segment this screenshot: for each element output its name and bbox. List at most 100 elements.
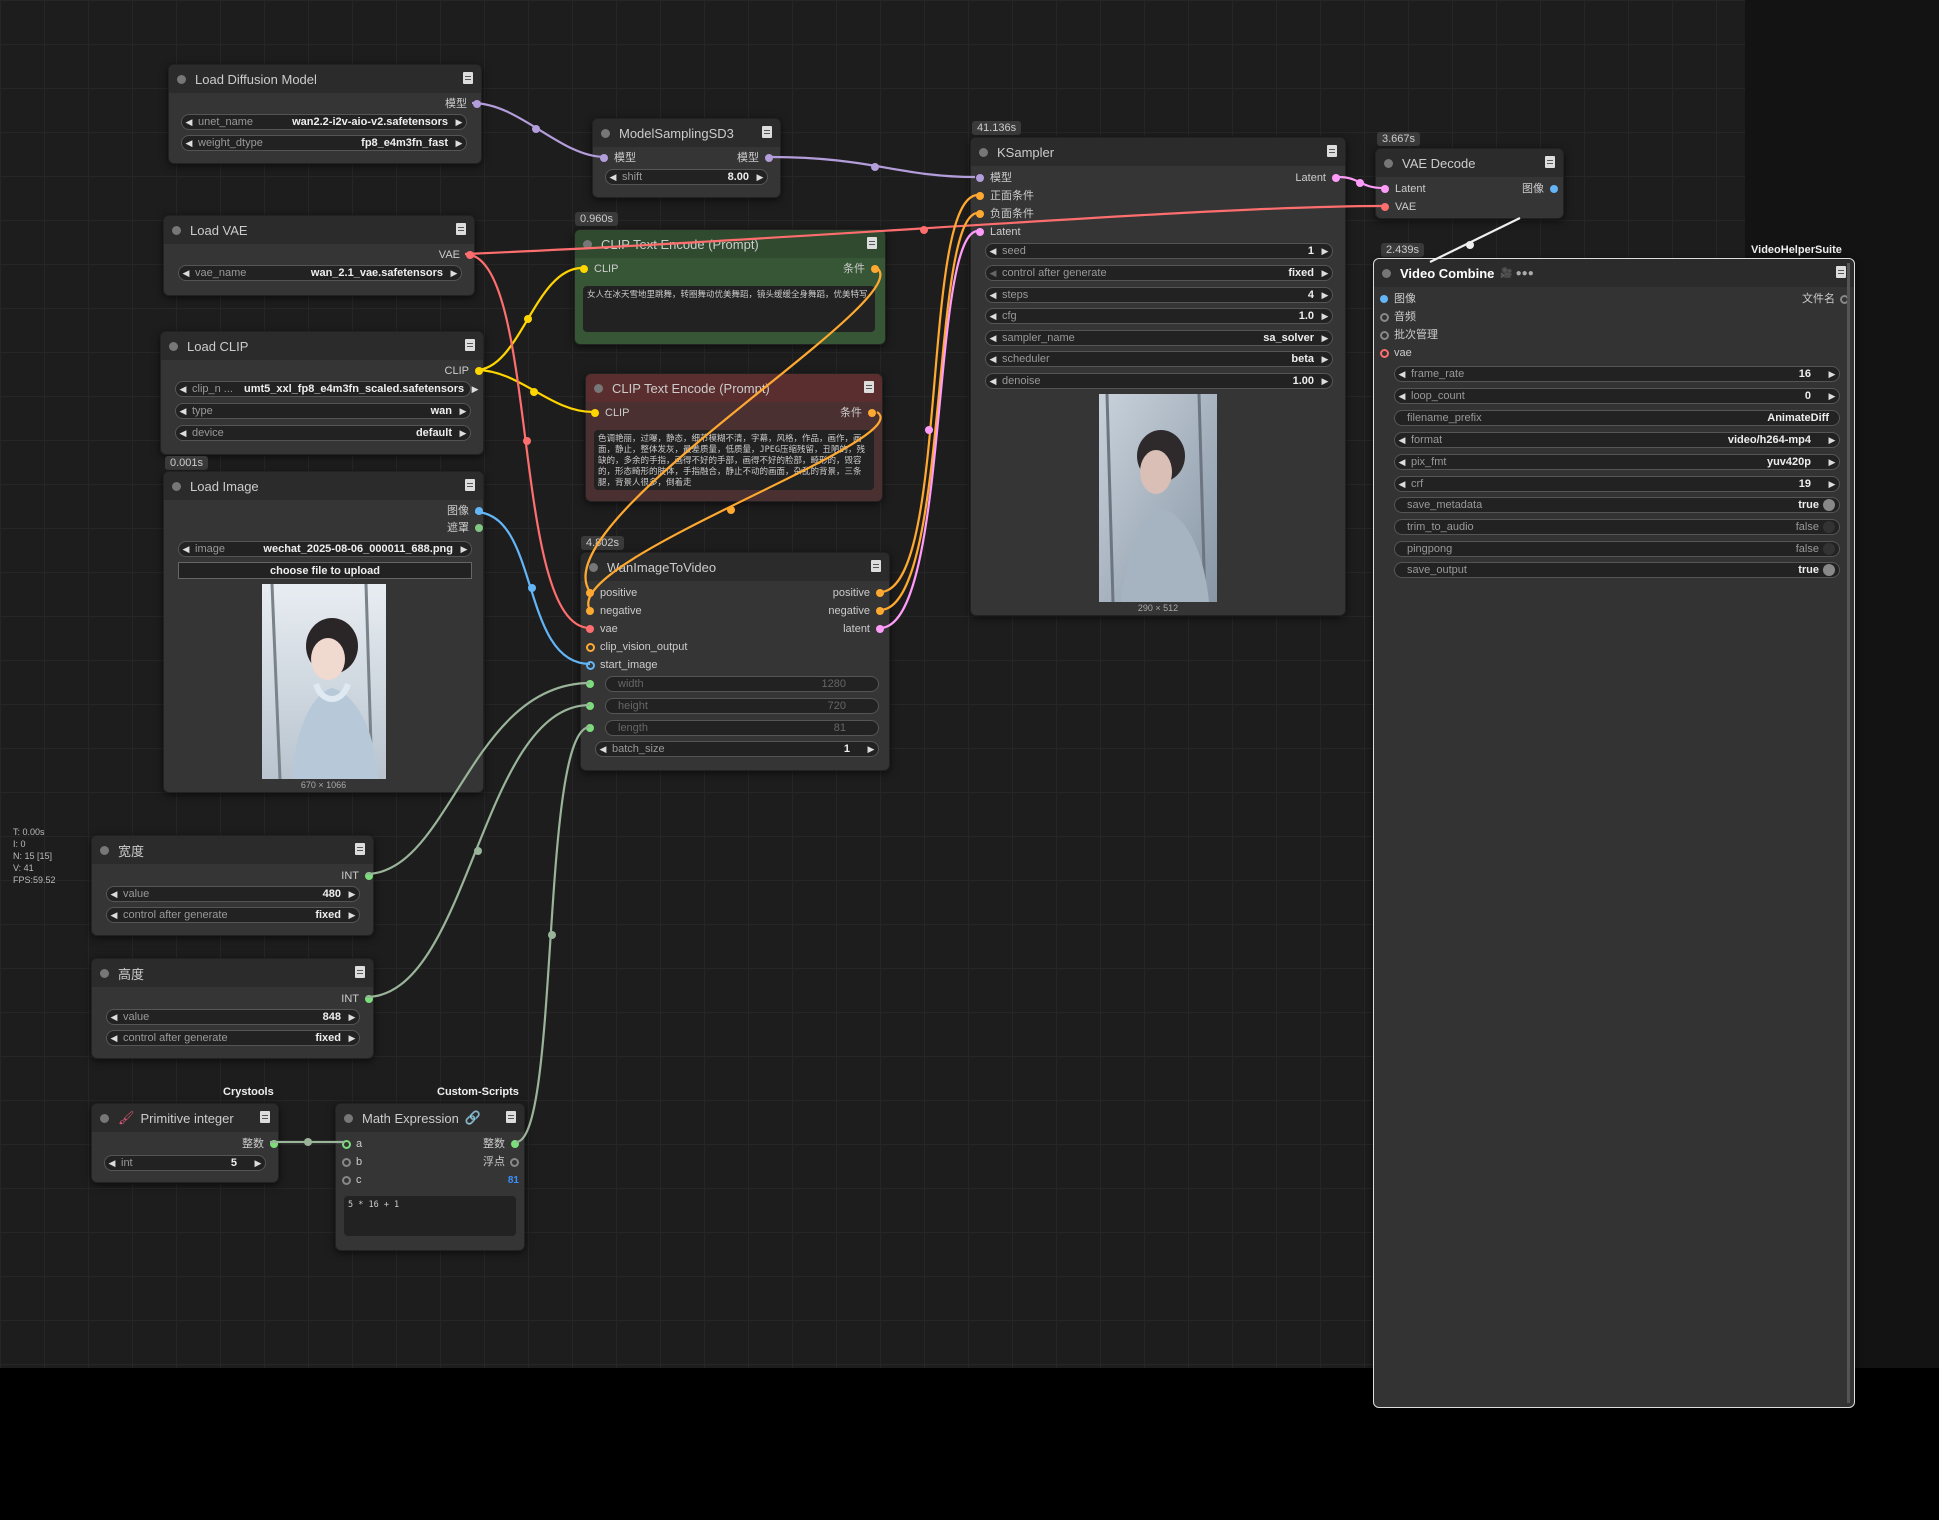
arrow-right-icon[interactable]: ▶ [447,268,461,279]
toggle-knob[interactable] [1823,499,1835,511]
arrow-left-icon[interactable]: ◀ [1395,369,1409,380]
widget-value[interactable]: ◀ value 480 ▶ [106,886,360,902]
arrow-left-icon[interactable]: ◀ [596,744,610,755]
arrow-left-icon[interactable]: ◀ [176,406,190,417]
toggle-save-metadata[interactable]: save_metadata true [1394,497,1840,513]
socket-dot[interactable] [1380,313,1389,322]
toggle-knob[interactable] [1823,543,1835,555]
arrow-right-icon[interactable]: ▶ [452,117,466,128]
arrow-right-icon[interactable]: ▶ [1318,333,1332,344]
widget-batch-size[interactable]: ◀ batch_size 1 ▶ [595,741,879,757]
toggle-pingpong[interactable]: pingpong false [1394,541,1840,557]
doc-icon[interactable] [867,237,877,249]
socket-dot[interactable] [475,507,483,515]
input-start-image[interactable]: start_image [586,658,657,672]
input-negative[interactable]: negative [586,604,642,618]
node-primitive-integer[interactable]: 🖌 Primitive integer 整数 ◀ int 5 ▶ [91,1103,279,1183]
output-negative[interactable]: negative [828,604,884,618]
widget-image[interactable]: ◀ image wechat_2025-08-06_000011_688.png ▶ [178,541,472,557]
toggle-knob[interactable] [1823,521,1835,533]
widget-denoise[interactable]: ◀ denoise 1.00 ▶ [985,373,1333,389]
socket-dot[interactable] [342,1176,351,1185]
widget-int[interactable]: ◀ int 5 ▶ [104,1155,266,1171]
arrow-left-icon[interactable]: ◀ [182,138,196,149]
socket-dot[interactable] [270,1140,278,1148]
expression-textarea[interactable]: 5 * 16 + 1 [344,1196,516,1236]
input-model[interactable]: 模型 [600,151,636,165]
arrow-left-icon[interactable]: ◀ [107,910,121,921]
node-header[interactable]: CLIP Text Encode (Prompt) [586,374,882,402]
arrow-right-icon[interactable]: ▶ [456,428,470,439]
arrow-right-icon[interactable]: ▶ [864,744,878,755]
node-vae-decode[interactable]: VAE Decode Latent VAE 图像 [1375,148,1564,219]
node-load-diffusion-model[interactable]: Load Diffusion Model 模型 ◀ unet_name wan2.2… [168,64,482,164]
input-b[interactable]: b [342,1155,362,1169]
arrow-left-icon[interactable]: ◀ [182,117,196,128]
doc-icon[interactable] [1327,145,1337,157]
arrow-left-icon[interactable]: ◀ [107,889,121,900]
arrow-left-icon[interactable]: ◀ [176,428,190,439]
socket-dot[interactable] [475,524,483,532]
arrow-right-icon[interactable]: ▶ [345,889,359,900]
output-float[interactable]: 浮点 [483,1155,519,1169]
socket-dot[interactable] [586,643,595,652]
arrow-left-icon[interactable]: ◀ [986,311,1000,322]
socket-dot[interactable] [586,589,594,597]
arrow-left-icon[interactable]: ◀ [1395,479,1409,490]
widget-shift[interactable]: ◀ shift 8.00 ▶ [605,169,768,185]
arrow-right-icon[interactable]: ▶ [1825,457,1839,468]
socket-dot[interactable] [365,995,373,1003]
socket-dot[interactable] [871,265,879,273]
collapse-dot[interactable] [594,383,603,393]
doc-icon[interactable] [465,339,475,351]
node-load-clip[interactable]: Load CLIP CLIP ◀ clip_n ... umt5_xxl_fp8_e… [160,331,484,455]
widget-format[interactable]: ◀ format video/h264-mp4 ▶ [1394,432,1840,448]
arrow-right-icon[interactable]: ▶ [1318,354,1332,365]
input-clip[interactable]: CLIP [591,406,629,420]
node-header[interactable]: 高度 [92,959,373,987]
arrow-right-icon[interactable]: ▶ [456,406,470,417]
input-images[interactable]: 图像 [1380,292,1416,306]
arrow-right-icon[interactable]: ▶ [1825,435,1839,446]
node-header[interactable]: Load CLIP [161,332,483,360]
socket-dot[interactable] [586,625,594,633]
node-height[interactable]: 高度 INT ◀ value 848 ▶ ◀ control after generat… [91,958,374,1059]
arrow-right-icon[interactable]: ▶ [1825,391,1839,402]
arrow-left-icon[interactable]: ◀ [107,1012,121,1023]
widget-type[interactable]: ◀ type wan ▶ [175,403,471,419]
widget-weight-dtype[interactable]: ◀ weight_dtype fp8_e4m3fn_fast ▶ [181,135,467,151]
arrow-left-icon[interactable]: ◀ [986,354,1000,365]
arrow-right-icon[interactable]: ▶ [345,1033,359,1044]
output-model[interactable]: 模型 [445,97,481,111]
socket-dot[interactable] [1550,185,1558,193]
input-latent[interactable]: Latent [1381,182,1426,196]
doc-icon[interactable] [465,479,475,491]
socket-dot[interactable] [976,210,984,218]
output-integer[interactable]: 整数 [242,1137,278,1151]
widget-sampler-name[interactable]: ◀ sampler_name sa_solver ▶ [985,330,1333,346]
node-math-expression[interactable]: Math Expression 🔗 a b c 整数 浮点 81 5 * 16 +… [335,1103,525,1251]
input-clip[interactable]: CLIP [580,262,618,276]
node-header[interactable]: CLIP Text Encode (Prompt) [575,230,885,258]
doc-icon[interactable] [456,223,466,235]
socket-dot[interactable] [475,367,483,375]
arrow-right-icon[interactable]: ▶ [1318,246,1332,257]
input-model[interactable]: 模型 [976,171,1012,185]
upload-button[interactable]: choose file to upload [178,562,472,579]
node-header[interactable]: 宽度 [92,836,373,864]
arrow-right-icon[interactable]: ▶ [251,1158,265,1169]
node-header[interactable]: ModelSamplingSD3 [593,119,780,147]
collapse-dot[interactable] [589,562,598,572]
output-image[interactable]: 图像 [447,504,483,518]
socket-dot[interactable] [976,228,984,236]
input-latent[interactable]: Latent [976,225,1021,239]
arrow-left-icon[interactable]: ◀ [986,376,1000,387]
socket-dot[interactable] [1380,331,1389,340]
input-audio[interactable]: 音频 [1380,310,1416,324]
doc-icon[interactable] [864,381,874,393]
node-load-image[interactable]: Load Image 图像 遮罩 ◀ image wechat_2025-08-06… [163,471,484,793]
arrow-right-icon[interactable]: ▶ [1318,311,1332,322]
widget-frame-rate[interactable]: ◀ frame_rate 16 ▶ [1394,366,1840,382]
arrow-right-icon[interactable]: ▶ [457,544,471,555]
toggle-trim-to-audio[interactable]: trim_to_audio false [1394,519,1840,535]
